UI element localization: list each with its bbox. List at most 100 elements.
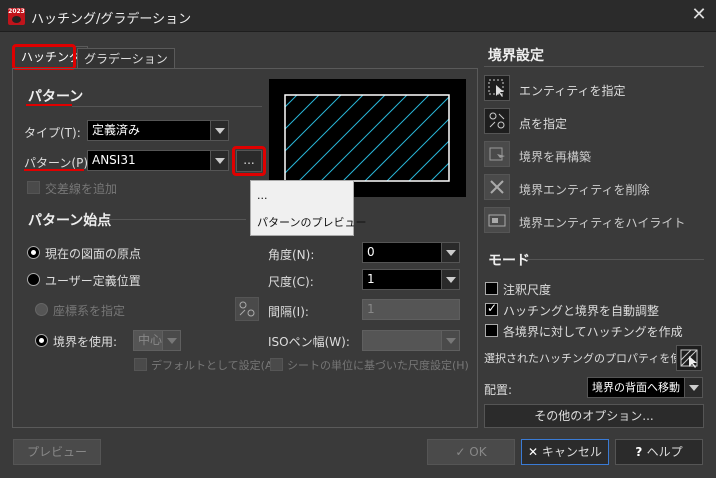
spacing-input[interactable]: 1 [362, 299, 460, 320]
ok-button[interactable]: ✓ OK [427, 439, 515, 465]
use-boundary-label: 境界を使用: [53, 335, 118, 349]
boundary-section-line [484, 66, 704, 67]
chevron-down-icon [441, 270, 459, 289]
tab-highlight [12, 44, 76, 70]
annotative-checkbox[interactable] [485, 282, 498, 295]
popup-item-ellipsis: ... [257, 189, 268, 202]
current-origin-radio[interactable] [27, 246, 40, 259]
cancel-label: キャンセル [541, 445, 602, 459]
preview-button[interactable]: プレビュー [13, 439, 101, 465]
spacing-label: 間隔(I): [268, 305, 309, 319]
associative-label: ハッチングと境界を自動調整 [503, 304, 660, 318]
rebuild-boundary-icon[interactable] [484, 141, 510, 167]
pick-origin-icon[interactable] [235, 297, 259, 321]
pattern-select[interactable]: ANSI31 [87, 150, 229, 171]
spacing-value: 1 [367, 302, 375, 316]
chevron-down-icon [684, 378, 702, 397]
draw-order-label: 配置: [484, 383, 513, 397]
app-icon: 2023 [8, 8, 25, 25]
browse-highlight [232, 146, 266, 176]
pattern-popup: ... パターンのプレビュー [250, 180, 366, 236]
current-origin-label: 現在の図面の原点 [45, 247, 142, 261]
help-button[interactable]: ? ヘルプ [615, 439, 703, 465]
iso-pen-label: ISOペン幅(W): [268, 335, 350, 349]
annotative-label: 注釈尺度 [503, 283, 552, 297]
inherit-properties-icon[interactable] [676, 345, 702, 371]
mode-section-line [526, 259, 704, 260]
more-options-button[interactable]: その他のオプション... [484, 404, 704, 428]
scale-label: 尺度(C): [268, 275, 314, 289]
chevron-down-icon [441, 331, 459, 350]
origin-section-title: パターン始点 [28, 213, 112, 229]
select-entity-label: エンティティを指定 [519, 84, 626, 98]
separate-hatch-label: 各境界に対してハッチングを作成 [503, 325, 683, 339]
angle-select[interactable]: 0 [362, 242, 460, 263]
tab-gradation[interactable]: グラデーション [77, 48, 175, 69]
user-defined-radio[interactable] [27, 273, 40, 286]
cancel-button[interactable]: ✕ キャンセル [521, 439, 609, 465]
origin-section-line [106, 219, 246, 220]
chevron-down-icon [162, 331, 180, 350]
angle-label: 角度(N): [268, 248, 315, 262]
rebuild-boundary-svg [489, 147, 505, 161]
draw-order-value: 境界の背面へ移動 [592, 381, 680, 394]
pattern-value: ANSI31 [92, 153, 136, 167]
scale-value: 1 [367, 272, 375, 286]
ok-label: OK [469, 445, 487, 459]
mode-section-title: モード [488, 253, 530, 269]
default-checkbox[interactable] [134, 358, 147, 371]
boundary-position-select[interactable]: 中心 [133, 330, 181, 351]
inherit-label: 選択されたハッチングのプロパティを使用 [484, 352, 693, 365]
pattern-title-underline [26, 104, 72, 106]
boundary-position-value: 中心 [138, 333, 163, 347]
inherit-properties-svg [680, 349, 698, 368]
close-icon[interactable]: ✕ [688, 4, 710, 26]
highlight-boundary-svg [488, 214, 506, 227]
scale-select[interactable]: 1 [362, 269, 460, 290]
chevron-down-icon [210, 151, 228, 170]
sheet-scale-checkbox[interactable] [270, 358, 283, 371]
type-select[interactable]: 定義済み [87, 120, 229, 141]
app-badge: 2023 [8, 8, 25, 15]
remove-boundary-svg [490, 180, 504, 194]
specify-coord-radio[interactable] [35, 303, 48, 316]
angle-value: 0 [367, 245, 375, 259]
use-boundary-radio[interactable] [35, 334, 48, 347]
pick-point-label: 点を指定 [519, 117, 568, 131]
associative-checkbox[interactable] [485, 301, 498, 316]
title-bar: 2023 ハッチング/グラデーション ✕ [0, 0, 716, 32]
default-label: デフォルトとして設定(A) [151, 359, 277, 372]
pick-origin-svg [239, 301, 255, 317]
help-label: ヘルプ [646, 445, 683, 459]
rebuild-boundary-label: 境界を再構築 [519, 150, 592, 164]
user-defined-label: ユーザー定義位置 [45, 274, 141, 288]
highlight-boundary-icon[interactable] [484, 207, 510, 233]
specify-coord-label: 座標系を指定 [53, 304, 126, 318]
type-label: タイプ(T): [24, 126, 81, 140]
chevron-down-icon [441, 243, 459, 262]
pattern-label-underline [24, 169, 84, 171]
crosshatch-checkbox[interactable] [27, 181, 40, 194]
help-icon: ? [635, 445, 647, 459]
remove-boundary-icon[interactable] [484, 174, 510, 200]
separate-hatch-checkbox[interactable] [485, 324, 498, 337]
remove-boundary-label: 境界エンティティを削除 [519, 183, 650, 197]
popup-item-preview: パターンのプレビュー [257, 216, 367, 229]
type-value: 定義済み [92, 123, 141, 137]
highlight-boundary-label: 境界エンティティをハイライト [519, 216, 686, 230]
sheet-scale-label: シートの単位に基づいた尺度設定(H) [287, 359, 469, 372]
pick-point-icon[interactable] [484, 108, 510, 134]
chevron-down-icon [210, 121, 228, 140]
iso-pen-select[interactable] [362, 330, 460, 351]
window-title: ハッチング/グラデーション [31, 12, 192, 27]
close-icon: ✕ [528, 445, 542, 459]
select-entity-icon[interactable] [484, 75, 510, 101]
crosshatch-label: 交差線を追加 [45, 182, 118, 196]
pick-point-svg [489, 112, 505, 129]
draw-order-select[interactable]: 境界の背面へ移動 [587, 377, 703, 398]
pattern-section-title: パターン [28, 89, 84, 105]
pattern-section-line [72, 106, 262, 107]
check-icon: ✓ [455, 445, 470, 459]
boundary-section-title: 境界設定 [488, 48, 544, 64]
select-entity-svg [488, 79, 504, 97]
